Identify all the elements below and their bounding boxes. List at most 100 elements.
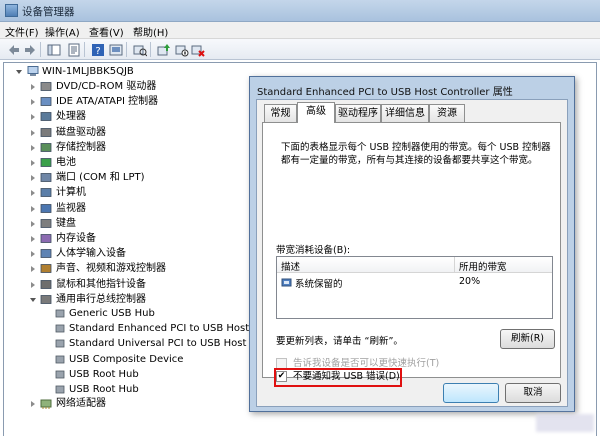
usb-device-icon — [281, 278, 292, 287]
properties-dialog: Standard Enhanced PCI to USB Host Contro… — [249, 76, 575, 412]
back-icon[interactable] — [6, 42, 20, 56]
tree-item-label: DVD/CD-ROM 驱动器 — [56, 81, 157, 92]
show-hidden-icon[interactable] — [108, 42, 123, 56]
mouse-icon — [40, 279, 52, 289]
ok-button[interactable] — [443, 383, 499, 403]
menu-view[interactable]: 查看(V) — [89, 24, 124, 39]
toolbar-separator — [40, 42, 41, 57]
tab-advanced[interactable]: 高级 — [297, 102, 335, 123]
tree-item-category[interactable]: IDE ATA/ATAPI 控制器 — [31, 95, 231, 109]
tree-item-category[interactable]: 内存设备 — [31, 232, 231, 246]
bandwidth-description: 下面的表格显示每个 USB 控制器使用的带宽。每个 USB 控制器 都有一定量的… — [281, 141, 551, 167]
expand-icon[interactable] — [31, 236, 35, 242]
usb-device-icon — [55, 370, 65, 379]
menu-bar: 文件(F) 操作(A) 查看(V) 帮助(H) — [0, 22, 600, 39]
disable-device-icon[interactable] — [174, 42, 189, 57]
description-line: 都有一定量的带宽，所有与其连接的设备都要共享这个带宽。 — [281, 155, 538, 166]
tree-item-usb-device[interactable]: Generic USB Hub — [54, 307, 254, 321]
tree-item-category[interactable]: 人体学输入设备 — [31, 247, 231, 261]
window-titlebar: 设备管理器 — [0, 0, 600, 22]
cancel-button[interactable]: 取消 — [505, 383, 561, 403]
tree-item-category[interactable]: 计算机 — [31, 186, 231, 200]
expand-icon[interactable] — [31, 205, 35, 212]
tree-item-usb-device[interactable]: USB Root Hub — [54, 368, 254, 382]
column-description[interactable]: 描述 — [281, 259, 300, 273]
expand-icon[interactable] — [31, 401, 35, 407]
tree-item-category[interactable]: 磁盘驱动器 — [31, 126, 231, 140]
tree-item-category[interactable]: 监视器 — [31, 202, 231, 216]
usb-error-label[interactable]: 不要通知我 USB 错误(D) — [293, 370, 400, 384]
tab-resources[interactable]: 资源 — [429, 104, 465, 122]
device-manager-app-icon — [5, 4, 18, 17]
tree-item-category[interactable]: 处理器 — [31, 110, 231, 124]
dvd-drive-icon — [40, 82, 52, 91]
tree-item-category[interactable]: 存储控制器 — [31, 141, 231, 155]
tree-item-usb-device[interactable]: USB Root Hub — [54, 383, 254, 397]
watermark — [536, 414, 594, 432]
tree-item-category[interactable]: 鼠标和其他指针设备 — [31, 278, 231, 292]
expand-icon[interactable] — [31, 84, 35, 90]
tree-item-category[interactable]: 电池 — [31, 156, 231, 170]
expand-icon[interactable] — [31, 251, 35, 258]
tab-driver[interactable]: 驱动程序 — [335, 104, 381, 122]
tree-item-label: 存储控制器 — [56, 141, 106, 153]
forward-icon[interactable] — [22, 42, 36, 56]
dialog-title: Standard Enhanced PCI to USB Host Contro… — [257, 87, 513, 98]
tree-item-label: 网络适配器 — [56, 398, 106, 409]
tab-general[interactable]: 常规 — [264, 104, 297, 122]
column-bandwidth[interactable]: 所用的带宽 — [459, 259, 507, 273]
tree-item-usb-device[interactable]: Standard Enhanced PCI to USB Host Cont — [54, 322, 276, 336]
tree-item-network-adapters[interactable]: 网络适配器 — [31, 397, 231, 411]
refresh-button[interactable]: 刷新(R) — [500, 329, 555, 349]
tree-item-label: 磁盘驱动器 — [56, 126, 106, 138]
tree-item-label: 通用串行总线控制器 — [56, 293, 146, 305]
expand-icon[interactable] — [31, 129, 35, 136]
tree-item-category[interactable]: 键盘 — [31, 217, 231, 231]
expand-icon[interactable] — [31, 144, 35, 151]
tree-item-label: 端口 (COM 和 LPT) — [56, 172, 145, 184]
usb-error-checkbox[interactable]: ✔ — [276, 371, 287, 382]
expand-icon[interactable] — [31, 175, 35, 182]
tree-item-category[interactable]: DVD/CD-ROM 驱动器 — [31, 80, 231, 94]
uninstall-device-icon[interactable] — [190, 42, 205, 57]
expand-icon[interactable] — [31, 114, 35, 121]
tree-item-label: Generic USB Hub — [69, 308, 155, 319]
menu-action[interactable]: 操作(A) — [45, 24, 80, 39]
tab-details[interactable]: 详细信息 — [381, 104, 429, 122]
tree-item-usb-device[interactable]: USB Composite Device — [54, 353, 254, 367]
port-icon — [40, 173, 52, 183]
usb-controller-icon — [40, 294, 52, 304]
network-adapter-icon — [40, 399, 52, 409]
bandwidth-list[interactable]: 描述 所用的带宽 系统保留的 20% — [276, 256, 553, 319]
refresh-hint: 要更新列表，请单击 “刷新”。 — [276, 336, 403, 347]
processor-icon — [40, 112, 52, 122]
properties-icon[interactable] — [66, 42, 80, 57]
help-icon[interactable]: ? — [90, 42, 104, 57]
expand-icon[interactable] — [31, 99, 35, 106]
collapse-icon[interactable] — [16, 70, 22, 74]
console-tree-icon[interactable] — [46, 42, 61, 56]
computer-icon — [27, 66, 39, 76]
scan-hardware-icon[interactable] — [132, 42, 147, 57]
expand-icon[interactable] — [31, 266, 35, 273]
toolbar: ? — [0, 39, 600, 60]
tree-item-label: USB Root Hub — [69, 368, 139, 380]
tree-item-label: 处理器 — [56, 111, 86, 123]
update-driver-icon[interactable] — [156, 42, 170, 56]
menu-help[interactable]: 帮助(H) — [133, 24, 168, 39]
expand-icon[interactable] — [31, 160, 35, 166]
memory-device-icon — [40, 234, 52, 243]
menu-file[interactable]: 文件(F) — [5, 24, 39, 39]
tree-item-label: 计算机 — [56, 187, 86, 199]
tree-item-category[interactable]: 声音、视频和游戏控制器 — [31, 262, 231, 276]
tree-item-usb-device[interactable]: Standard Universal PCI to USB Host Cont — [54, 337, 273, 351]
tree-item-category[interactable]: 端口 (COM 和 LPT) — [31, 171, 231, 185]
tree-item-category[interactable]: 通用串行总线控制器 — [30, 293, 231, 307]
expand-icon[interactable] — [31, 220, 35, 227]
expand-icon[interactable] — [31, 190, 35, 197]
expand-icon[interactable] — [31, 281, 35, 288]
collapse-icon[interactable] — [30, 297, 36, 302]
tree-item-label: 监视器 — [56, 202, 86, 214]
tree-root[interactable]: WIN-1MLJBBK5QJB — [16, 65, 217, 79]
tree-item-label: USB Root Hub — [69, 384, 139, 395]
